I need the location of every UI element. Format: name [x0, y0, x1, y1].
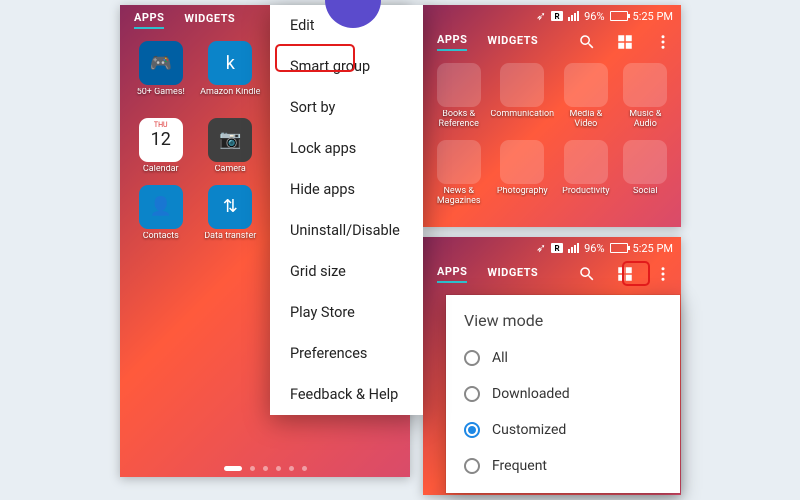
folder-label: Photography — [490, 187, 554, 197]
menu-item-sort-by[interactable]: Sort by — [270, 87, 423, 128]
menu-item-lock-apps[interactable]: Lock apps — [270, 128, 423, 169]
folder-icon — [437, 140, 481, 184]
app-camera[interactable]: 📷 Camera — [198, 118, 264, 175]
folder-icon — [500, 140, 544, 184]
signal-badge: R — [551, 11, 563, 21]
clock-text: 5:25 PM — [633, 242, 673, 255]
folder-icon — [623, 63, 667, 107]
tab-widgets[interactable]: WIDGETS — [487, 34, 538, 50]
option-label: Downloaded — [492, 386, 570, 402]
view-mode-option-frequent[interactable]: Frequent — [446, 448, 680, 484]
menu-item-smart-group[interactable]: Smart group — [270, 46, 423, 87]
folder-label: Productivity — [558, 187, 613, 197]
radio-icon — [464, 386, 480, 402]
status-bar: ➶ R 96% 5:25 PM — [423, 5, 681, 27]
option-label: Customized — [492, 422, 566, 438]
menu-item-feedback-help[interactable]: Feedback & Help — [270, 374, 423, 415]
app-label: Camera — [198, 165, 264, 175]
app-label: 50+ Games! — [128, 88, 194, 98]
folder-label: Communication — [490, 110, 554, 120]
view-mode-icon[interactable] — [616, 263, 634, 285]
search-icon[interactable] — [578, 31, 596, 53]
app-icon: 📷 — [208, 118, 252, 162]
app-data-transfer[interactable]: ⇅ Data transfer — [198, 185, 264, 242]
radio-icon — [464, 422, 480, 438]
folder-communication[interactable]: Communication — [490, 63, 554, 130]
folder-label: Books & Reference — [431, 110, 486, 130]
menu-item-hide-apps[interactable]: Hide apps — [270, 169, 423, 210]
folder-label: News & Magazines — [431, 187, 486, 207]
view-mode-dialog: View mode All Downloaded Customized Frequen… — [446, 295, 680, 493]
view-mode-icon[interactable] — [616, 31, 634, 53]
app-label: Calendar — [128, 165, 194, 175]
folder-icon — [437, 63, 481, 107]
search-icon[interactable] — [578, 263, 596, 285]
view-mode-option-all[interactable]: All — [446, 340, 680, 376]
view-mode-option-customized[interactable]: Customized — [446, 412, 680, 448]
option-label: Frequent — [492, 458, 547, 474]
app-label: Amazon Kindle — [198, 88, 264, 98]
app-icon: 12THU — [139, 118, 183, 162]
menu-item-preferences[interactable]: Preferences — [270, 333, 423, 374]
battery-icon — [610, 243, 628, 253]
radio-icon — [464, 350, 480, 366]
radio-icon — [464, 458, 480, 474]
option-label: All — [492, 350, 508, 366]
app-label: Contacts — [128, 232, 194, 242]
folder-photography[interactable]: Photography — [490, 140, 554, 207]
clock-text: 5:25 PM — [633, 10, 673, 23]
overflow-icon[interactable] — [654, 263, 672, 285]
folder-icon — [564, 63, 608, 107]
folder-productivity[interactable]: Productivity — [558, 140, 613, 207]
app-contacts[interactable]: 👤 Contacts — [128, 185, 194, 242]
view-mode-option-downloaded[interactable]: Downloaded — [446, 376, 680, 412]
folder-label: Social — [618, 187, 673, 197]
app-calendar[interactable]: 12THU Calendar — [128, 118, 194, 175]
app-50-games-[interactable]: 🎮 50+ Games! — [128, 41, 194, 108]
tab-bar: APPS WIDGETS — [423, 259, 681, 289]
app-icon: k — [208, 41, 252, 85]
tab-apps[interactable]: APPS — [134, 11, 164, 29]
status-bar: ➶ R 96% 5:25 PM — [423, 237, 681, 259]
phone-categories: ➶ R 96% 5:25 PM APPS WIDGETS Books & Ref… — [423, 5, 681, 227]
overflow-icon[interactable] — [654, 31, 672, 53]
wifi-icon: ➶ — [536, 9, 546, 23]
tab-widgets[interactable]: WIDGETS — [184, 12, 235, 28]
folder-label: Media & Video — [558, 110, 613, 130]
app-icon: 🎮 — [139, 41, 183, 85]
menu-item-play-store[interactable]: Play Store — [270, 292, 423, 333]
folder-grid: Books & Reference Communication Media & Vi… — [423, 57, 681, 213]
battery-pct: 96% — [584, 242, 604, 255]
folder-books-reference[interactable]: Books & Reference — [431, 63, 486, 130]
app-icon: 👤 — [139, 185, 183, 229]
dialog-title: View mode — [446, 295, 680, 340]
wifi-icon: ➶ — [536, 241, 546, 255]
folder-label: Music & Audio — [618, 110, 673, 130]
folder-music-audio[interactable]: Music & Audio — [618, 63, 673, 130]
battery-pct: 96% — [584, 10, 604, 23]
tab-apps[interactable]: APPS — [437, 265, 467, 283]
app-label: Data transfer — [198, 232, 264, 242]
folder-news-magazines[interactable]: News & Magazines — [431, 140, 486, 207]
menu-item-grid-size[interactable]: Grid size — [270, 251, 423, 292]
battery-icon — [610, 11, 628, 21]
tab-widgets[interactable]: WIDGETS — [487, 266, 538, 282]
folder-media-video[interactable]: Media & Video — [558, 63, 613, 130]
signal-icon — [568, 243, 579, 253]
folder-social[interactable]: Social — [618, 140, 673, 207]
signal-icon — [568, 11, 579, 21]
context-menu: EditSmart groupSort byLock appsHide apps… — [270, 5, 423, 415]
folder-icon — [564, 140, 608, 184]
tab-apps[interactable]: APPS — [437, 33, 467, 51]
menu-item-uninstall-disable[interactable]: Uninstall/Disable — [270, 210, 423, 251]
page-indicator — [120, 466, 410, 471]
app-amazon-kindle[interactable]: k Amazon Kindle — [198, 41, 264, 108]
folder-icon — [623, 140, 667, 184]
folder-icon — [500, 63, 544, 107]
tab-bar: APPS WIDGETS — [423, 27, 681, 57]
signal-badge: R — [551, 243, 563, 253]
app-icon: ⇅ — [208, 185, 252, 229]
